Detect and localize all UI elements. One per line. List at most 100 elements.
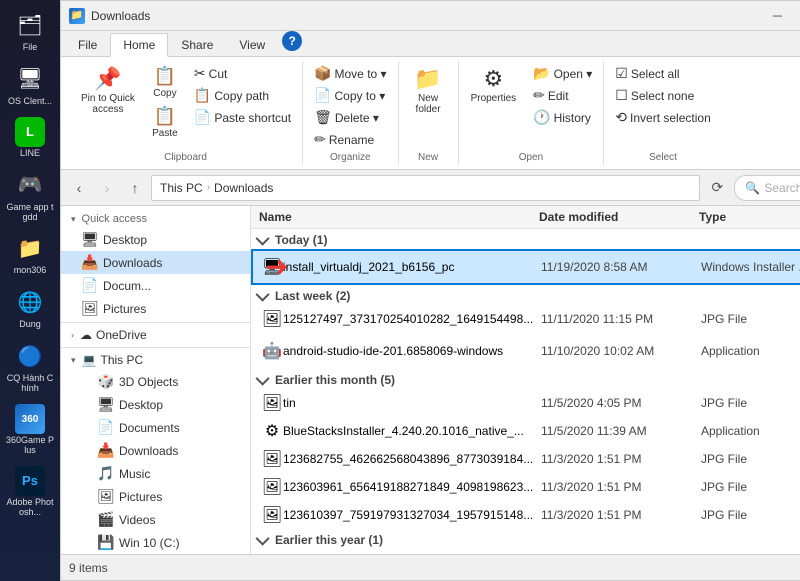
img2-date: 11/3/2020 1:51 PM (541, 452, 701, 466)
taskbar-item-file[interactable]: 🗂 File (3, 5, 57, 57)
sidebar-label-videos: Videos (119, 513, 242, 527)
sidebar-item-documents[interactable]: 📄 Docum... (61, 274, 250, 297)
sidebar-item-windows-c[interactable]: 💾 Win 10 (C:) (61, 531, 250, 554)
sidebar-item-downloads2[interactable]: 📥 Downloads (61, 439, 250, 462)
search-box[interactable]: 🔍 Search Downloads (734, 175, 800, 201)
breadcrumb-item-downloads[interactable]: Downloads (214, 181, 273, 195)
this-pc-header[interactable]: ▾ 💻 This PC (61, 350, 250, 370)
select-none-button[interactable]: ☐ Select none (610, 85, 715, 106)
forward-button[interactable]: › (95, 176, 119, 200)
sidebar-label-downloads: Downloads (103, 256, 242, 270)
copy-button[interactable]: 📋 Copy (145, 63, 185, 102)
taskbar-item-adobe[interactable]: Ps Adobe Photosh... (3, 462, 57, 522)
select-all-button[interactable]: ☑ Select all (610, 63, 715, 84)
paste-shortcut-button[interactable]: 📄 Paste shortcut (189, 107, 296, 128)
group-today: Today (1) (251, 229, 800, 249)
sidebar-item-3d-objects[interactable]: 🎲 3D Objects (61, 370, 250, 393)
tin-type: JPG File (701, 396, 800, 410)
column-name[interactable]: Name (259, 210, 539, 224)
mon306-icon: 📁 (14, 232, 46, 264)
pictures2-icon: 🖼 (97, 488, 115, 505)
edit-button[interactable]: ✏ Edit (528, 85, 597, 106)
cut-button[interactable]: ✂ Cut (189, 63, 296, 84)
breadcrumb-item-this-pc[interactable]: This PC (160, 181, 203, 195)
sidebar-label-documents2: Documents (119, 421, 242, 435)
downloads2-icon: 📥 (97, 442, 115, 459)
android-studio-name: android-studio-ide-201.6858069-windows (283, 344, 541, 358)
3d-objects-icon: 🎲 (97, 373, 115, 390)
quick-access-header[interactable]: ▾ Quick access (61, 210, 250, 228)
taskbar-item-dung[interactable]: 🌐 Dung (3, 282, 57, 334)
new-folder-button[interactable]: 📁 Newfolder (408, 63, 448, 118)
taskbar-label-cqhc: CQ Hành Chính (5, 374, 55, 394)
taskbar-item-cqhc[interactable]: 🔵 CQ Hành Chính (3, 336, 57, 398)
file-row-img2[interactable]: 🖼 123682755_462662568043896_8773039184..… (251, 445, 800, 473)
onedrive-header[interactable]: › ☁ OneDrive (61, 325, 250, 345)
pictures-icon: 🖼 (81, 300, 99, 317)
taskbar-label-osclient: OS Clent... (8, 97, 52, 107)
paste-button[interactable]: 📋 Paste (145, 103, 185, 142)
rename-button[interactable]: ✏ Rename (309, 129, 391, 150)
ribbon-group-clipboard: 📌 Pin to Quickaccess 📋 Copy 📋 Paste (69, 61, 303, 165)
copy-to-label: Copy to ▾ (335, 89, 386, 103)
taskbar-item-line[interactable]: L LINE (3, 113, 57, 163)
copy-path-button[interactable]: 📋 Copy path (189, 85, 296, 106)
sidebar-item-desktop2[interactable]: 🖥 Desktop (61, 393, 250, 416)
clipboard-group-label: Clipboard (164, 150, 207, 163)
new-buttons: 📁 Newfolder (408, 63, 448, 150)
history-button[interactable]: 🕐 History (528, 107, 597, 128)
desktop2-icon: 🖥 (97, 396, 115, 413)
move-to-button[interactable]: 📦 Move to ▾ (309, 63, 391, 84)
sidebar-item-videos[interactable]: 🎬 Videos (61, 508, 250, 531)
refresh-button[interactable]: ⟳ (704, 175, 730, 201)
img3-icon: 🖼 (261, 477, 283, 497)
pin-quick-access-button[interactable]: 📌 Pin to Quickaccess (75, 63, 141, 118)
sidebar-item-music[interactable]: 🎵 Music (61, 462, 250, 485)
properties-button[interactable]: ⚙ Properties (465, 63, 523, 107)
sidebar-item-pictures[interactable]: 🖼 Pictures (61, 297, 250, 320)
ribbon-group-open: ⚙ Properties 📂 Open ▾ ✏ Edit (459, 61, 605, 165)
title-bar: 📁 Downloads ─ □ ✕ (61, 1, 800, 31)
tab-share[interactable]: Share (168, 33, 226, 56)
ribbon-group-new: 📁 Newfolder New (399, 61, 459, 165)
file-row-android-studio[interactable]: 🤖 android-studio-ide-201.6858069-windows… (251, 333, 800, 369)
file-row-bluestacks[interactable]: ⚙ BlueStacksInstaller_4.240.20.1016_nati… (251, 417, 800, 445)
up-button[interactable]: ↑ (123, 176, 147, 200)
taskbar-item-360game[interactable]: 360 360Game Plus (3, 400, 57, 460)
sidebar-label-music: Music (119, 467, 242, 481)
tab-view[interactable]: View (226, 33, 278, 56)
file-row-virtualdj[interactable]: 🖥 install_virtualdj_2021_b6156_pc 11/19/… (251, 249, 800, 285)
taskbar-item-mon306[interactable]: 📁 mon306 (3, 228, 57, 280)
help-button[interactable]: ? (282, 31, 302, 51)
new-folder-label: Newfolder (416, 93, 441, 115)
copy-to-button[interactable]: 📄 Copy to ▾ (309, 85, 391, 106)
tab-file[interactable]: File (65, 33, 110, 56)
move-to-icon: 📦 (314, 65, 331, 82)
taskbar-item-osclient[interactable]: 🖥 OS Clent... (3, 59, 57, 111)
invert-selection-button[interactable]: ⟲ Invert selection (610, 107, 715, 128)
sidebar-item-pictures2[interactable]: 🖼 Pictures (61, 485, 250, 508)
column-type[interactable]: Type (699, 210, 800, 224)
open-small-btns: 📂 Open ▾ ✏ Edit 🕐 History (528, 63, 597, 128)
file-row-img3[interactable]: 🖼 123603961_656419188271849_4098198623..… (251, 473, 800, 501)
open-button[interactable]: 📂 Open ▾ (528, 63, 597, 84)
file-row-img4[interactable]: 🖼 123610397_759197931327034_1957915148..… (251, 501, 800, 529)
tab-home[interactable]: Home (110, 33, 168, 57)
videos-icon: 🎬 (97, 511, 115, 528)
documents2-icon: 📄 (97, 419, 115, 436)
address-path[interactable]: This PC › Downloads (151, 175, 700, 201)
sidebar-item-documents2[interactable]: 📄 Documents (61, 416, 250, 439)
back-button[interactable]: ‹ (67, 176, 91, 200)
file-row-tin[interactable]: 🖼 tin 11/5/2020 4:05 PM JPG File 29 K (251, 389, 800, 417)
minimize-button[interactable]: ─ (754, 1, 800, 31)
delete-button[interactable]: 🗑 Delete ▾ (309, 107, 391, 128)
sidebar: ▾ Quick access 🖥 Desktop 📥 Downloads 📄 D… (61, 206, 251, 554)
taskbar-item-gameapp[interactable]: 🎮 Game app tgdd (3, 165, 57, 227)
copy-to-icon: 📄 (314, 87, 331, 104)
sidebar-item-desktop[interactable]: 🖥 Desktop (61, 228, 250, 251)
sidebar-item-downloads[interactable]: 📥 Downloads (61, 251, 250, 274)
column-date[interactable]: Date modified (539, 210, 699, 224)
copy-path-icon: 📋 (194, 87, 211, 104)
paste-label: Paste (152, 128, 178, 139)
file-row-img1[interactable]: 🖼 125127497_373170254010282_1649154498..… (251, 305, 800, 333)
